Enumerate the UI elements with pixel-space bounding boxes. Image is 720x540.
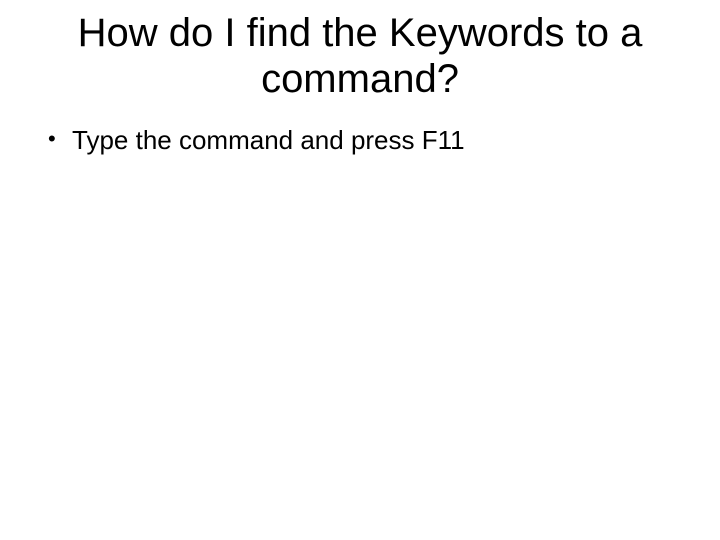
list-item: Type the command and press F11 — [48, 124, 690, 158]
slide-title: How do I find the Keywords to a command? — [30, 10, 690, 102]
slide: How do I find the Keywords to a command?… — [0, 0, 720, 540]
bullet-list: Type the command and press F11 — [30, 124, 690, 158]
